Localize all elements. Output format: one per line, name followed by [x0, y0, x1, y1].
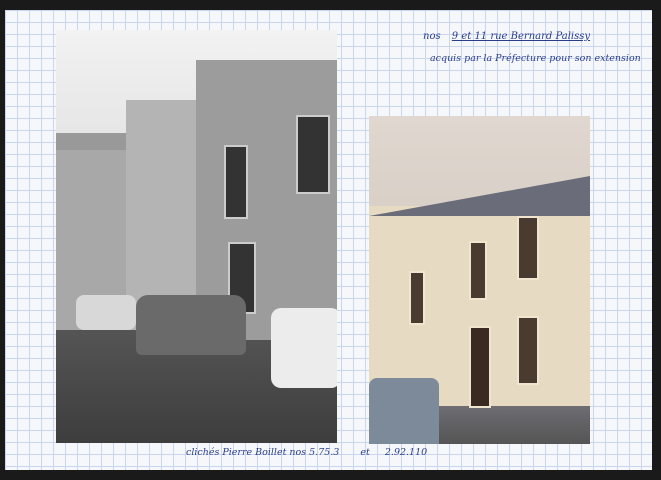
window [409, 271, 425, 325]
caption-connector: et [360, 447, 370, 458]
photo-old-facade [56, 30, 337, 443]
caption-ref2: 2.92.110 [384, 447, 428, 458]
car [136, 295, 246, 355]
window [517, 216, 539, 280]
window [469, 241, 487, 300]
annotation-line2: acquis par la Préfecture pour son extens… [430, 53, 641, 64]
photo-caption: clichés Pierre Boillet nos 5.75.3 et 2.9… [186, 447, 427, 458]
annotation-line1: nos 9 et 11 rue Bernard Palissy [423, 31, 590, 42]
door [469, 326, 491, 408]
window [224, 145, 248, 219]
window [296, 115, 330, 194]
photo-restored-facade [369, 116, 590, 444]
annotation-prefix: nos [423, 31, 441, 42]
car [369, 378, 439, 444]
car-white-far [76, 295, 136, 330]
caption-credit: clichés Pierre Boillet nos 5.75.3 [186, 447, 340, 458]
annotation-address: 9 et 11 rue Bernard Palissy [451, 31, 591, 42]
window [517, 316, 539, 385]
car-white [271, 308, 337, 388]
